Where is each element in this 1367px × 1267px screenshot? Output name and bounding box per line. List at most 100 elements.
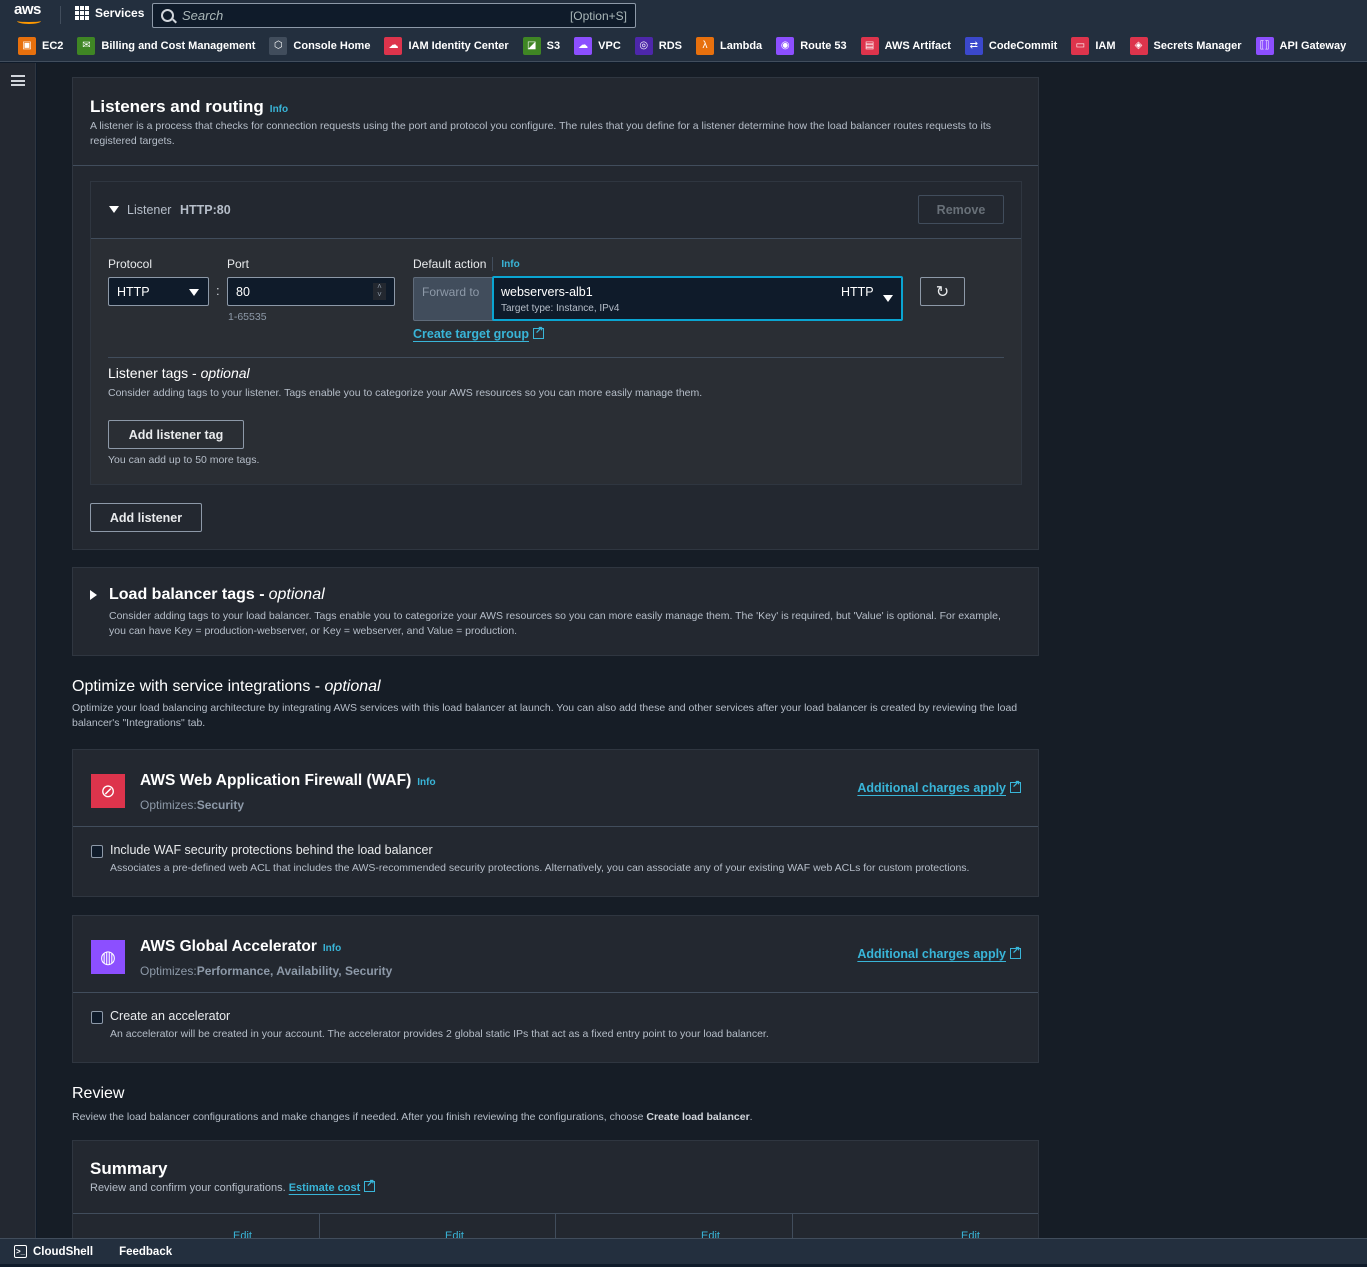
route53-icon: ◉: [776, 36, 795, 55]
accelerator-checkbox[interactable]: [91, 1011, 103, 1024]
info-link[interactable]: Info: [501, 259, 519, 270]
edit-link[interactable]: Edit: [701, 1230, 720, 1238]
default-action-label: Default action: [413, 257, 487, 271]
refresh-icon: ↻: [935, 283, 950, 301]
global-accelerator-icon: ◍: [91, 940, 125, 974]
protocol-select[interactable]: HTTP: [108, 277, 209, 306]
external-link-icon: [533, 325, 544, 339]
codecommit-icon: ⇄: [964, 36, 983, 55]
add-listener-button[interactable]: Add listener: [90, 503, 202, 532]
create-target-group-link[interactable]: Create target group: [413, 327, 529, 341]
feedback-button[interactable]: Feedback: [119, 1246, 172, 1258]
integrations-title: Optimize with service integrations -: [72, 678, 325, 695]
listener-tags-description: Consider adding tags to your listener. T…: [108, 387, 703, 399]
listener-header[interactable]: Listener HTTP:80 Remove: [91, 182, 1021, 239]
services-menu-button[interactable]: Services: [75, 6, 144, 20]
favorite-ec2[interactable]: ▣ EC2: [18, 36, 63, 55]
waf-icon: ⊘: [91, 774, 125, 808]
summary-column: Edit: [792, 1214, 1032, 1238]
identity-center-icon: ☁: [384, 36, 403, 55]
divider: [73, 165, 1038, 166]
waf-optimizes: Security: [196, 798, 245, 812]
cloudshell-button[interactable]: >_ CloudShell: [14, 1245, 93, 1258]
info-link[interactable]: Info: [417, 777, 435, 788]
caret-right-icon: [90, 590, 97, 600]
waf-checkbox[interactable]: [91, 845, 103, 858]
estimate-cost-link[interactable]: Estimate cost: [289, 1182, 361, 1194]
divider: [60, 6, 61, 24]
favorite-secrets-manager[interactable]: ◈ Secrets Manager: [1129, 36, 1242, 55]
side-navigation: [0, 63, 36, 1238]
accelerator-checkbox-description: An accelerator will be created in your a…: [110, 1028, 769, 1040]
rds-icon: ◎: [634, 36, 653, 55]
menu-icon[interactable]: [11, 75, 25, 86]
waf-checkbox-label[interactable]: Include WAF security protections behind …: [110, 843, 433, 857]
search-input[interactable]: [182, 8, 570, 23]
lb-tags-expander[interactable]: Load balancer tags - optional: [90, 586, 325, 604]
summary-title: Summary: [90, 1159, 168, 1178]
main-content: Listeners and routing Info A listener is …: [37, 63, 1367, 1238]
top-navigation: aws Services [Option+S]: [0, 0, 1367, 30]
favorite-console-home[interactable]: ⬡ Console Home: [269, 36, 370, 55]
accelerator-checkbox-label[interactable]: Create an accelerator: [110, 1009, 230, 1023]
aws-logo[interactable]: aws: [14, 2, 48, 27]
favorite-codecommit[interactable]: ⇄ CodeCommit: [964, 36, 1057, 55]
refresh-button[interactable]: ↻: [920, 277, 965, 306]
target-group-select[interactable]: webservers-alb1 Target type: Instance, I…: [492, 276, 903, 321]
external-link-icon: [1010, 945, 1021, 959]
listener-tags-title: Listener tags -: [108, 365, 201, 381]
caret-down-icon: [883, 295, 893, 302]
search-bar[interactable]: [Option+S]: [152, 3, 636, 28]
edit-link[interactable]: Edit: [961, 1230, 980, 1238]
favorite-api-gateway[interactable]: ⟦⟧ API Gateway: [1255, 36, 1346, 55]
summary-panel: Summary Review and confirm your configur…: [72, 1140, 1039, 1238]
favorites-bar: ▣ EC2 ✉ Billing and Cost Management ⬡ Console…: [0, 30, 1367, 62]
favorite-billing-and-cost-management[interactable]: ✉ Billing and Cost Management: [77, 36, 255, 55]
edit-link[interactable]: Edit: [233, 1230, 252, 1238]
review-title: Review: [72, 1085, 125, 1102]
divider: [492, 257, 494, 271]
divider: [73, 992, 1038, 993]
forward-to-label: Forward to: [413, 277, 494, 321]
lb-tags-description: Consider adding tags to your load balanc…: [109, 610, 1001, 637]
favorite-vpc[interactable]: ☁ VPC: [574, 36, 621, 55]
info-link[interactable]: Info: [270, 104, 288, 115]
favorite-s3[interactable]: ◪ S3: [522, 36, 560, 55]
integrations-description: Optimize your load balancing architectur…: [72, 702, 1018, 729]
favorite-lambda[interactable]: λ Lambda: [696, 36, 762, 55]
waf-charges-link[interactable]: Additional charges apply: [857, 781, 1006, 795]
add-listener-tag-button[interactable]: Add listener tag: [108, 420, 244, 449]
s3-icon: ◪: [522, 36, 541, 55]
external-link-icon: [364, 1178, 376, 1192]
billing-icon: ✉: [77, 36, 96, 55]
favorite-rds[interactable]: ◎ RDS: [634, 36, 682, 55]
listener-label: Listener: [127, 203, 172, 217]
search-icon: [161, 9, 174, 22]
tags-hint: You can add up to 50 more tags.: [108, 454, 260, 466]
edit-link[interactable]: Edit: [445, 1230, 464, 1238]
accelerator-title: AWS Global Accelerator: [140, 938, 317, 955]
protocol-label: Protocol: [108, 257, 153, 271]
port-input[interactable]: 80 ˄ ˅: [227, 277, 395, 306]
waf-panel: ⊘ AWS Web Application Firewall (WAF) Info…: [72, 749, 1039, 897]
stepper-icon[interactable]: ˄ ˅: [373, 283, 386, 300]
cube-icon: ⬡: [269, 36, 288, 55]
external-link-icon: [1010, 779, 1021, 793]
remove-listener-button[interactable]: Remove: [918, 195, 1004, 224]
favorite-aws-artifact[interactable]: ▤ AWS Artifact: [860, 36, 951, 55]
favorite-route-53[interactable]: ◉ Route 53: [776, 36, 847, 55]
review-description: Review the load balancer configurations …: [72, 1111, 753, 1123]
summary-columns: Edit Edit Edit Edit: [73, 1214, 1038, 1238]
vpc-icon: ☁: [574, 36, 593, 55]
ec2-icon: ▣: [18, 36, 36, 55]
iam-icon: ▭: [1071, 36, 1090, 55]
divider: [108, 357, 1004, 358]
favorite-iam-identity-center[interactable]: ☁ IAM Identity Center: [384, 36, 509, 55]
info-link[interactable]: Info: [323, 943, 341, 954]
secrets-manager-icon: ◈: [1129, 36, 1148, 55]
accelerator-charges-link[interactable]: Additional charges apply: [857, 947, 1006, 961]
listener-card: Listener HTTP:80 Remove Protocol HTTP : …: [90, 181, 1022, 485]
favorite-iam[interactable]: ▭ IAM: [1071, 36, 1116, 55]
listeners-panel: Listeners and routing Info A listener is …: [72, 77, 1039, 550]
summary-column: Edit: [555, 1214, 795, 1238]
